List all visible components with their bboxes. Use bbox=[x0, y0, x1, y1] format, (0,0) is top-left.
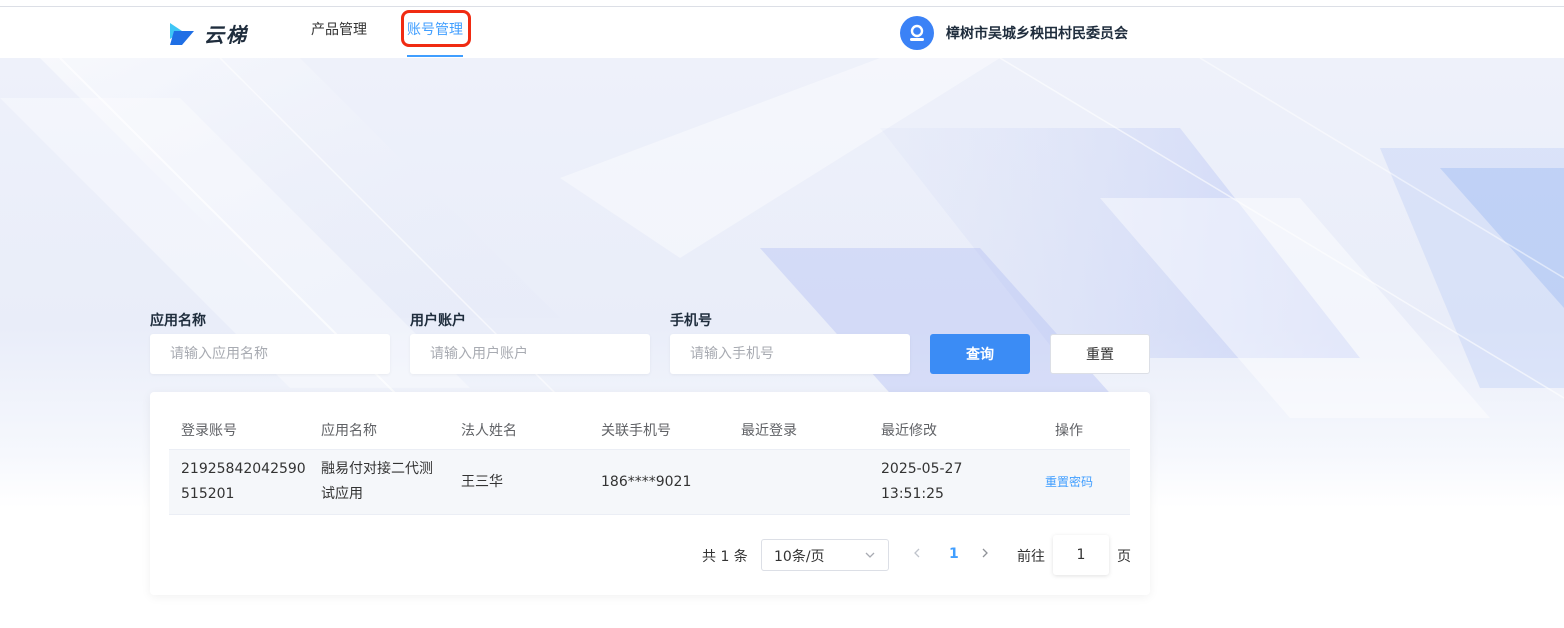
column-header-login: 登录账号 bbox=[181, 423, 237, 439]
goto-page-input[interactable] bbox=[1053, 535, 1109, 575]
account-label: 用户账户 bbox=[410, 313, 466, 329]
page-size-select[interactable]: 10条/页 bbox=[761, 539, 889, 571]
column-header-last-login: 最近登录 bbox=[741, 423, 797, 439]
reset-password-link[interactable]: 重置密码 bbox=[1045, 470, 1093, 495]
account-input[interactable] bbox=[410, 334, 650, 374]
pagination-total: 共 1 条 bbox=[702, 549, 748, 565]
cell-login-line2: 515201 bbox=[181, 486, 235, 502]
goto-label: 前往 bbox=[1017, 549, 1045, 565]
cell-modified-date: 2025-05-27 bbox=[881, 461, 963, 477]
app-name-label: 应用名称 bbox=[150, 313, 206, 329]
cell-app-name: 融易付对接二代测 试应用 bbox=[321, 457, 433, 507]
cell-login-account: 21925842042590 515201 bbox=[181, 457, 306, 507]
active-nav-indicator bbox=[407, 55, 463, 57]
column-header-modified: 最近修改 bbox=[881, 423, 937, 439]
reset-button[interactable]: 重置 bbox=[1050, 334, 1150, 374]
phone-input[interactable] bbox=[670, 334, 910, 374]
user-icon bbox=[910, 24, 924, 41]
brand-name: 云梯 bbox=[204, 23, 248, 47]
cell-app-line1: 融易付对接二代测 bbox=[321, 461, 433, 477]
column-header-actions: 操作 bbox=[1055, 423, 1083, 439]
page-number-current[interactable]: 1 bbox=[949, 546, 959, 562]
phone-label: 手机号 bbox=[670, 313, 712, 329]
table-card: 登录账号 应用名称 法人姓名 关联手机号 最近登录 最近修改 操作 219258… bbox=[150, 392, 1150, 595]
next-page-button[interactable] bbox=[980, 546, 990, 564]
chevron-down-icon bbox=[865, 552, 875, 558]
column-header-phone: 关联手机号 bbox=[601, 423, 671, 439]
query-button[interactable]: 查询 bbox=[930, 334, 1030, 374]
brand-logo[interactable]: 云梯 bbox=[168, 19, 248, 48]
prev-page-button[interactable] bbox=[912, 546, 922, 564]
cell-login-line1: 21925842042590 bbox=[181, 461, 306, 477]
avatar bbox=[900, 16, 934, 50]
cell-modified: 2025-05-27 13:51:25 bbox=[881, 457, 962, 507]
app-name-input[interactable] bbox=[150, 334, 390, 374]
column-header-app: 应用名称 bbox=[321, 423, 377, 439]
cell-phone: 186****9021 bbox=[601, 474, 692, 490]
cell-app-line2: 试应用 bbox=[321, 486, 363, 502]
chevron-left-icon bbox=[914, 548, 920, 558]
top-navbar: 云梯 产品管理 账号管理 樟树市吴城乡秧田村民委员会 bbox=[0, 7, 1564, 58]
highlight-annotation bbox=[401, 10, 471, 47]
goto-unit: 页 bbox=[1117, 549, 1131, 565]
org-name: 樟树市吴城乡秧田村民委员会 bbox=[946, 26, 1128, 42]
cell-legal-name: 王三华 bbox=[461, 474, 503, 490]
column-header-legal-name: 法人姓名 bbox=[461, 423, 517, 439]
user-info[interactable]: 樟树市吴城乡秧田村民委员会 bbox=[900, 16, 1128, 50]
nav-products[interactable]: 产品管理 bbox=[311, 19, 367, 39]
table-header: 登录账号 应用名称 法人姓名 关联手机号 最近登录 最近修改 操作 bbox=[169, 408, 1130, 450]
cell-modified-time: 13:51:25 bbox=[881, 486, 944, 502]
chevron-right-icon bbox=[982, 548, 988, 558]
brand-logo-icon bbox=[170, 22, 194, 45]
page-size-value: 10条/页 bbox=[774, 549, 825, 565]
table-row: 21925842042590 515201 融易付对接二代测 试应用 王三华 1… bbox=[169, 450, 1130, 515]
